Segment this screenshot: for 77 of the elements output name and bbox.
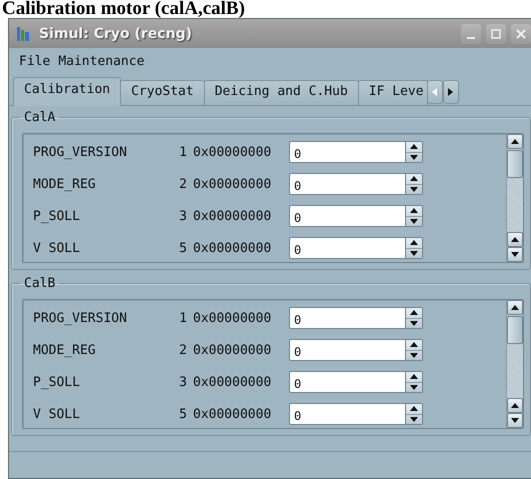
maximize-icon <box>491 28 501 38</box>
down-arrow-icon[interactable] <box>406 414 422 424</box>
scrollbar[interactable] <box>506 134 523 262</box>
spin-box[interactable]: 0 <box>289 371 423 393</box>
register-index: 1 <box>178 310 187 326</box>
value-field[interactable]: 0 <box>290 340 405 360</box>
close-icon <box>516 28 526 38</box>
scroll-down-button[interactable] <box>507 247 523 262</box>
spin-box[interactable]: 0 <box>289 141 423 163</box>
tab[interactable]: IF Leve <box>358 80 428 105</box>
scroll-up-button[interactable] <box>507 300 523 315</box>
value-field[interactable]: 0 <box>290 238 405 258</box>
scroll-up-button[interactable] <box>507 232 523 247</box>
value-field[interactable]: 0 <box>290 206 405 226</box>
page-heading: Calibration motor (calA,calB) <box>1 0 246 18</box>
window-title: Simul: Cryo (recng) <box>39 26 193 42</box>
register-index: 2 <box>178 342 187 358</box>
register-name: V SOLL <box>33 240 81 256</box>
menu-item[interactable]: Maintenance <box>58 54 144 71</box>
minimize-icon <box>467 36 475 38</box>
value-field[interactable]: 0 <box>290 404 405 424</box>
hex-value: 0x00000000 <box>193 176 272 192</box>
register-name: PROG_VERSION <box>33 310 128 326</box>
group-title: CalA <box>23 110 56 125</box>
register-name: MODE_REG <box>33 176 97 192</box>
register-name: MODE_REG <box>33 342 97 358</box>
register-index: 5 <box>178 240 187 256</box>
scroll-down-button[interactable] <box>507 413 523 428</box>
down-arrow-icon[interactable] <box>406 184 422 194</box>
scrollbar-thumb[interactable] <box>507 316 523 344</box>
down-arrow-icon[interactable] <box>406 248 422 258</box>
scrollbar-thumb[interactable] <box>507 150 523 178</box>
value-field[interactable]: 0 <box>290 308 405 328</box>
down-arrow-icon <box>511 418 519 423</box>
scroll-up-button[interactable] <box>507 134 523 149</box>
spin-box[interactable]: 0 <box>289 237 423 259</box>
value-field[interactable]: 0 <box>290 372 405 392</box>
register-index: 3 <box>178 374 187 390</box>
scrollbar[interactable] <box>506 300 523 428</box>
hex-value: 0x00000000 <box>193 144 272 160</box>
spin-box[interactable]: 0 <box>289 205 423 227</box>
register-index: 5 <box>178 406 187 422</box>
spin-box[interactable]: 0 <box>289 403 423 425</box>
down-arrow-icon[interactable] <box>406 350 422 360</box>
up-arrow-icon <box>511 403 519 408</box>
down-arrow-icon <box>511 252 519 257</box>
down-arrow-icon[interactable] <box>406 152 422 162</box>
register-name: V SOLL <box>33 406 81 422</box>
group-title: CalB <box>23 276 56 291</box>
scroll-up-button[interactable] <box>507 398 523 413</box>
register-index: 3 <box>178 208 187 224</box>
up-arrow-icon <box>511 237 519 242</box>
hex-value: 0x00000000 <box>193 310 272 326</box>
register-name: P_SOLL <box>33 208 81 224</box>
register-index: 2 <box>178 176 187 192</box>
value-field[interactable]: 0 <box>290 142 405 162</box>
app-icon <box>15 26 31 42</box>
scroll-right-icon[interactable] <box>442 80 459 104</box>
menu-item[interactable]: File <box>19 54 50 71</box>
up-arrow-icon <box>511 139 519 144</box>
hex-value: 0x00000000 <box>193 240 272 256</box>
hex-value: 0x00000000 <box>193 406 272 422</box>
hex-value: 0x00000000 <box>193 342 272 358</box>
spin-box[interactable]: 0 <box>289 173 423 195</box>
register-name: P_SOLL <box>33 374 81 390</box>
spin-box[interactable]: 0 <box>289 307 423 329</box>
hex-value: 0x00000000 <box>193 374 272 390</box>
down-arrow-icon[interactable] <box>406 382 422 392</box>
down-arrow-icon[interactable] <box>406 216 422 226</box>
down-arrow-icon[interactable] <box>406 318 422 328</box>
tab[interactable]: Calibration <box>13 77 122 106</box>
hex-value: 0x00000000 <box>193 208 272 224</box>
register-name: PROG_VERSION <box>33 144 128 160</box>
spin-box[interactable]: 0 <box>289 339 423 361</box>
up-arrow-icon <box>511 305 519 310</box>
register-index: 1 <box>178 144 187 160</box>
value-field[interactable]: 0 <box>290 174 405 194</box>
